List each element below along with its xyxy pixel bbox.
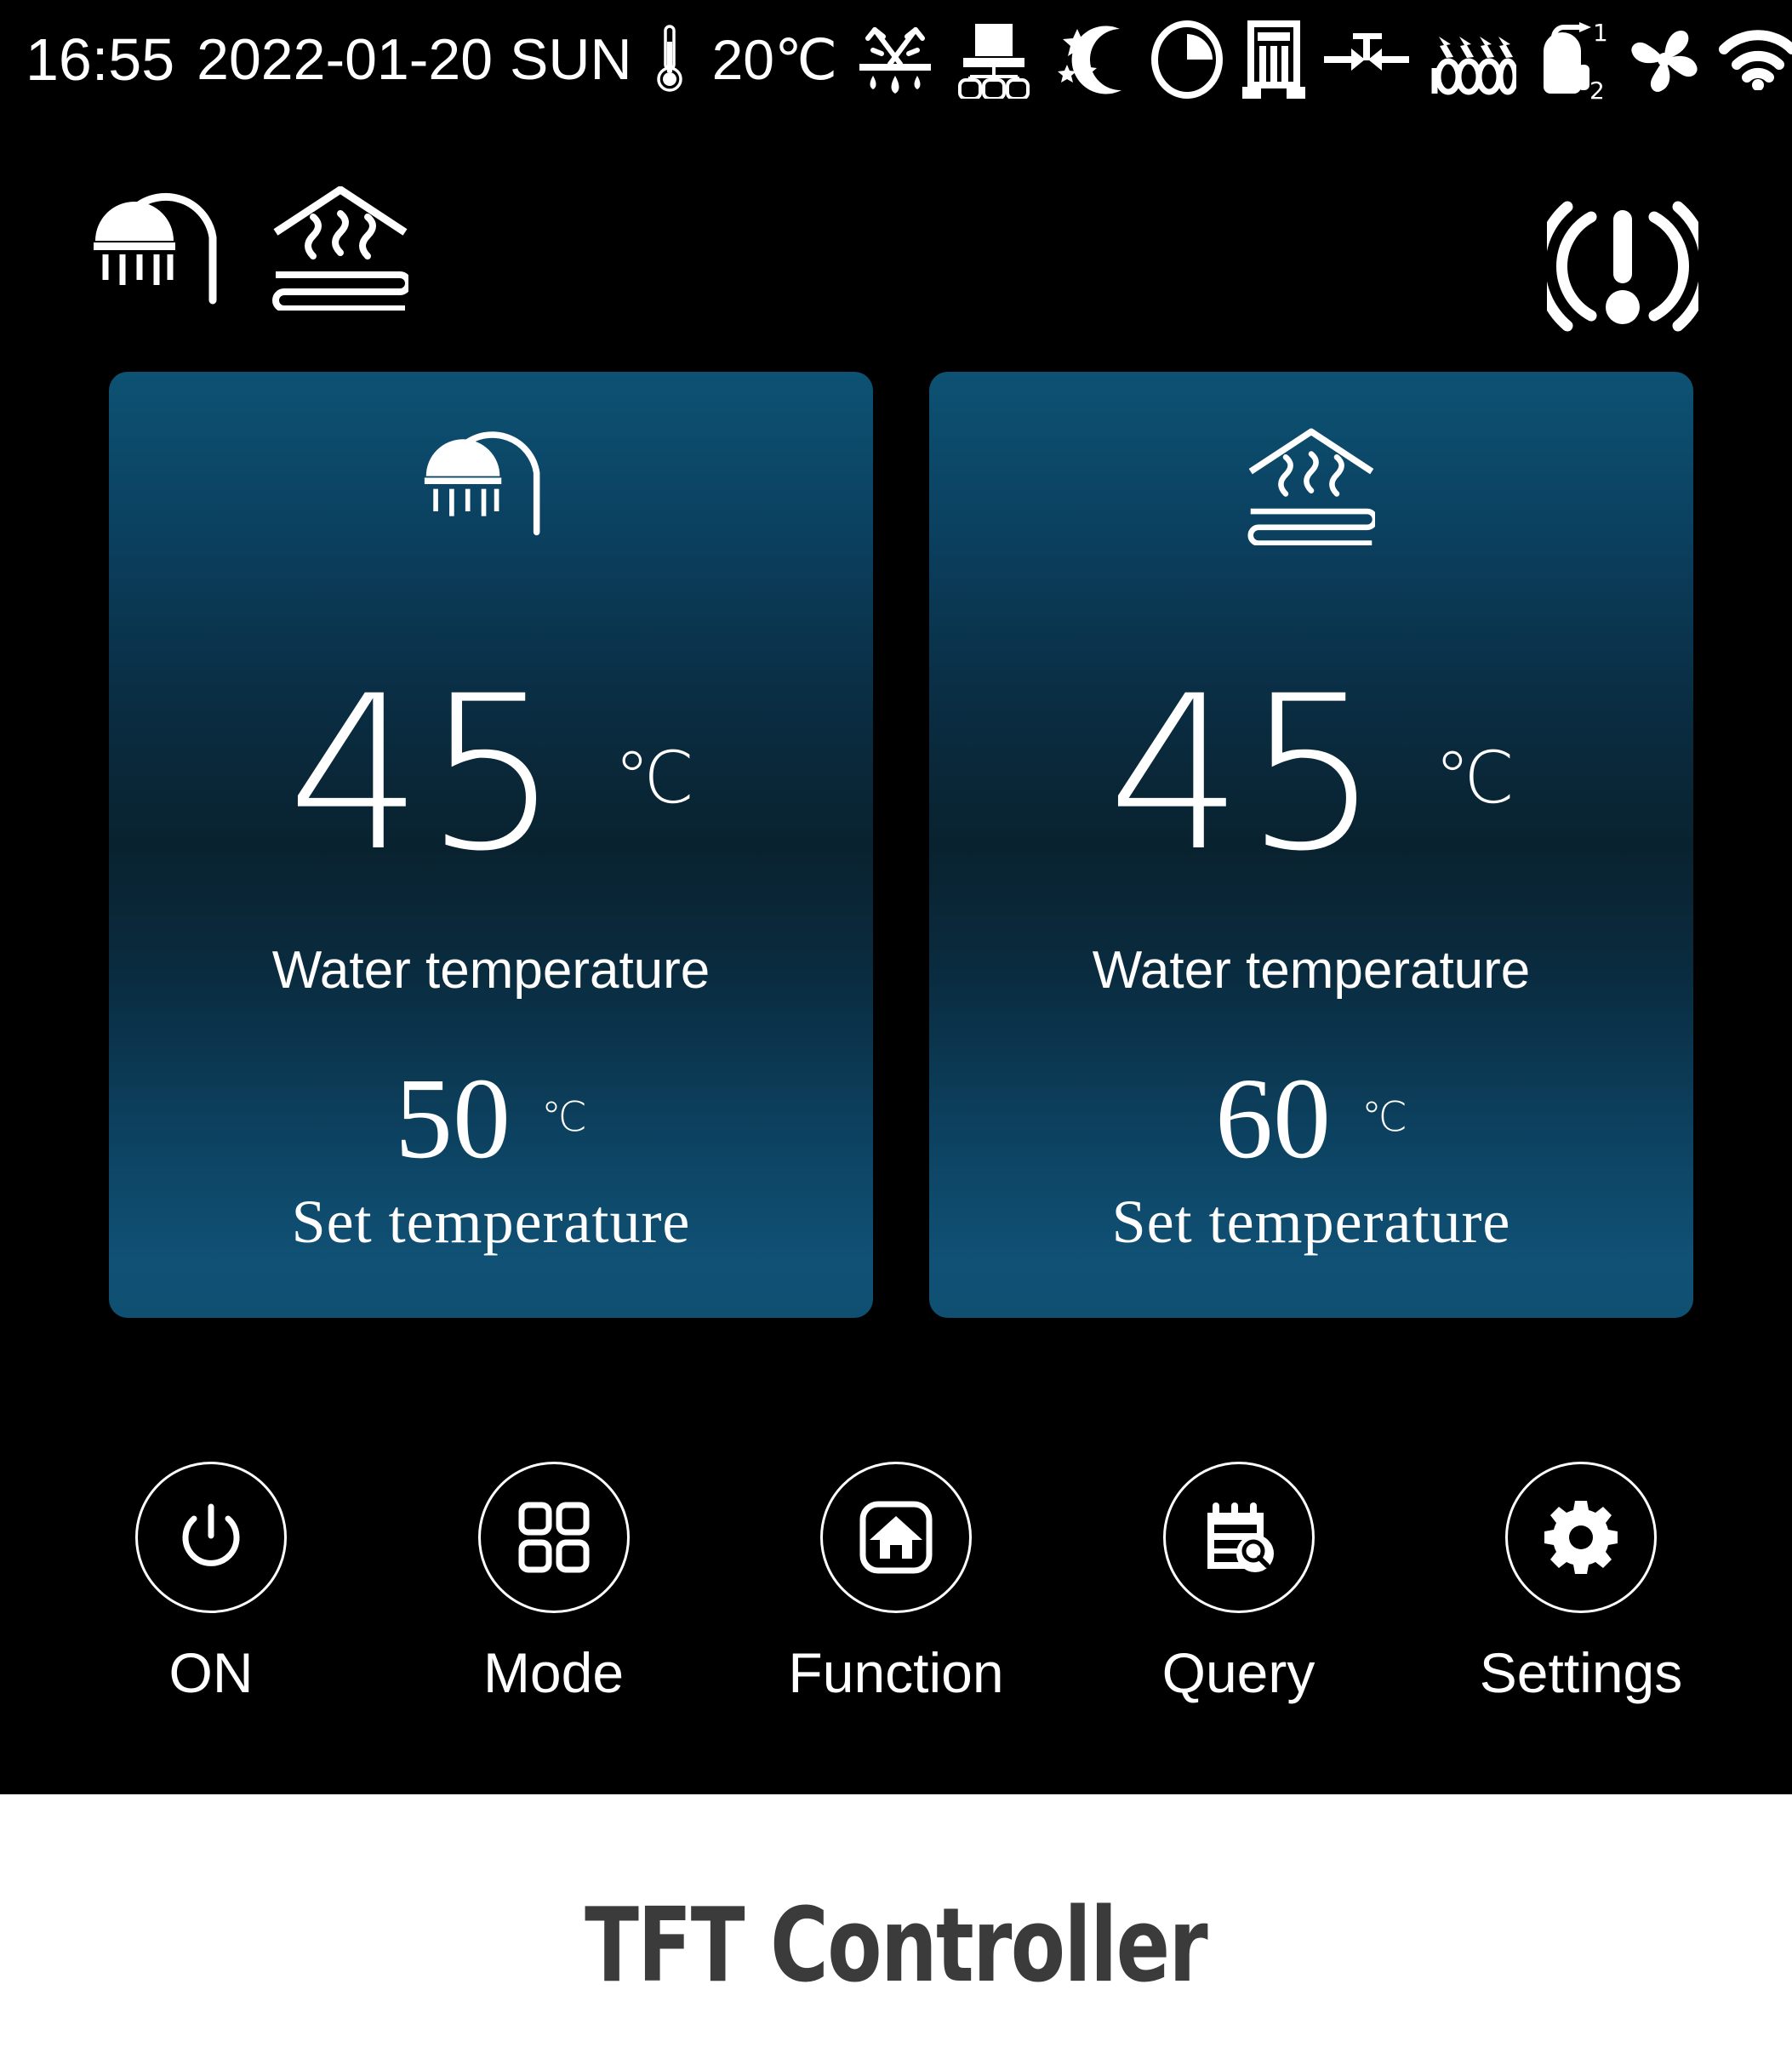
device-screen: 16:55 2022-01-20 SUN 20℃ 1 2 45 ℃ Water … — [0, 0, 1792, 1794]
shower-icon[interactable] — [92, 190, 237, 313]
alarm-icon[interactable] — [1534, 190, 1711, 339]
solar-collector-icon — [953, 20, 1035, 99]
timer-clock-icon — [1150, 20, 1224, 99]
current-temperature-row: 45 ℃ — [109, 650, 873, 898]
function-button[interactable] — [820, 1462, 972, 1613]
grid-icon — [518, 1502, 589, 1573]
settings-button[interactable] — [1505, 1462, 1657, 1613]
set-temperature-row[interactable]: 60 ℃ — [929, 1061, 1693, 1177]
nav-label-mode: Mode — [482, 1641, 625, 1704]
current-temperature-unit: ℃ — [1434, 736, 1515, 819]
shower-icon — [109, 428, 873, 540]
heating-coil-icon — [1428, 20, 1517, 99]
notepad-search-icon — [1207, 1502, 1274, 1572]
nav-item-settings[interactable]: Settings — [1470, 1462, 1692, 1705]
current-temperature-row: 45 ℃ — [929, 650, 1693, 898]
mode-button[interactable] — [477, 1462, 630, 1613]
floor-heating-icon[interactable] — [272, 185, 412, 315]
wifi-icon — [1719, 29, 1792, 90]
status-time: 16:55 — [26, 26, 175, 93]
current-temperature-value: 45 — [287, 650, 562, 898]
fan-icon — [1629, 24, 1700, 95]
gas-boiler-1-2-icon: 1 2 — [1535, 19, 1610, 100]
nav-item-on[interactable]: ON — [100, 1462, 322, 1705]
set-temperature-value[interactable]: 50 — [395, 1061, 511, 1177]
nav-item-function[interactable]: Function — [785, 1462, 1007, 1705]
nav-label-on: ON — [168, 1641, 254, 1704]
set-temperature-unit: ℃ — [1361, 1093, 1407, 1141]
current-temperature-label: Water temperature — [271, 941, 711, 1000]
query-button[interactable] — [1162, 1462, 1315, 1613]
caption-text: TFT Controller — [585, 1887, 1208, 2005]
status-bar: 16:55 2022-01-20 SUN 20℃ 1 2 — [0, 0, 1792, 119]
current-temperature-label: Water temperature — [1092, 941, 1531, 1000]
floor-heating-icon — [929, 428, 1693, 545]
card-floor-heating[interactable]: 45 ℃ Water temperature 60 ℃ Set temperat… — [929, 372, 1693, 1318]
caption-area: TFT Controller — [0, 1794, 1792, 2047]
nav-label-settings: Settings — [1479, 1641, 1683, 1704]
set-temperature-value[interactable]: 60 — [1215, 1061, 1331, 1177]
nav-item-query[interactable]: Query — [1128, 1462, 1350, 1705]
defrost-icon — [856, 21, 934, 98]
power-button[interactable] — [135, 1462, 287, 1613]
current-temperature-value: 45 — [1107, 650, 1382, 898]
thermometer-icon — [653, 23, 687, 96]
set-temperature-unit: ℃ — [541, 1093, 587, 1141]
set-temperature-label: Set temperature — [1111, 1188, 1511, 1256]
power-icon — [182, 1503, 240, 1566]
set-temperature-row[interactable]: 50 ℃ — [109, 1061, 873, 1177]
svg-text:2: 2 — [1589, 77, 1605, 100]
card-shower[interactable]: 45 ℃ Water temperature 50 ℃ Set temperat… — [109, 372, 873, 1318]
status-outdoor-temperature: 20℃ — [711, 28, 838, 91]
nav-item-mode[interactable]: Mode — [443, 1462, 665, 1705]
status-date: 2022-01-20 — [197, 27, 494, 92]
active-mode-row — [0, 183, 1792, 332]
night-mode-icon — [1053, 24, 1132, 95]
svg-text:1: 1 — [1593, 19, 1608, 47]
temperature-cards: 45 ℃ Water temperature 50 ℃ Set temperat… — [0, 372, 1792, 1318]
current-temperature-unit: ℃ — [614, 736, 695, 819]
home-icon — [859, 1501, 933, 1574]
nav-label-function: Function — [788, 1641, 1004, 1704]
status-weekday: SUN — [510, 27, 632, 92]
bottom-navigation: ON Mode Function Query Settings — [0, 1462, 1792, 1742]
valve-icon — [1324, 30, 1410, 89]
set-temperature-label: Set temperature — [291, 1188, 691, 1256]
gear-icon — [1544, 1501, 1618, 1574]
water-tank-icon — [1242, 20, 1306, 99]
nav-label-query: Query — [1161, 1641, 1315, 1704]
